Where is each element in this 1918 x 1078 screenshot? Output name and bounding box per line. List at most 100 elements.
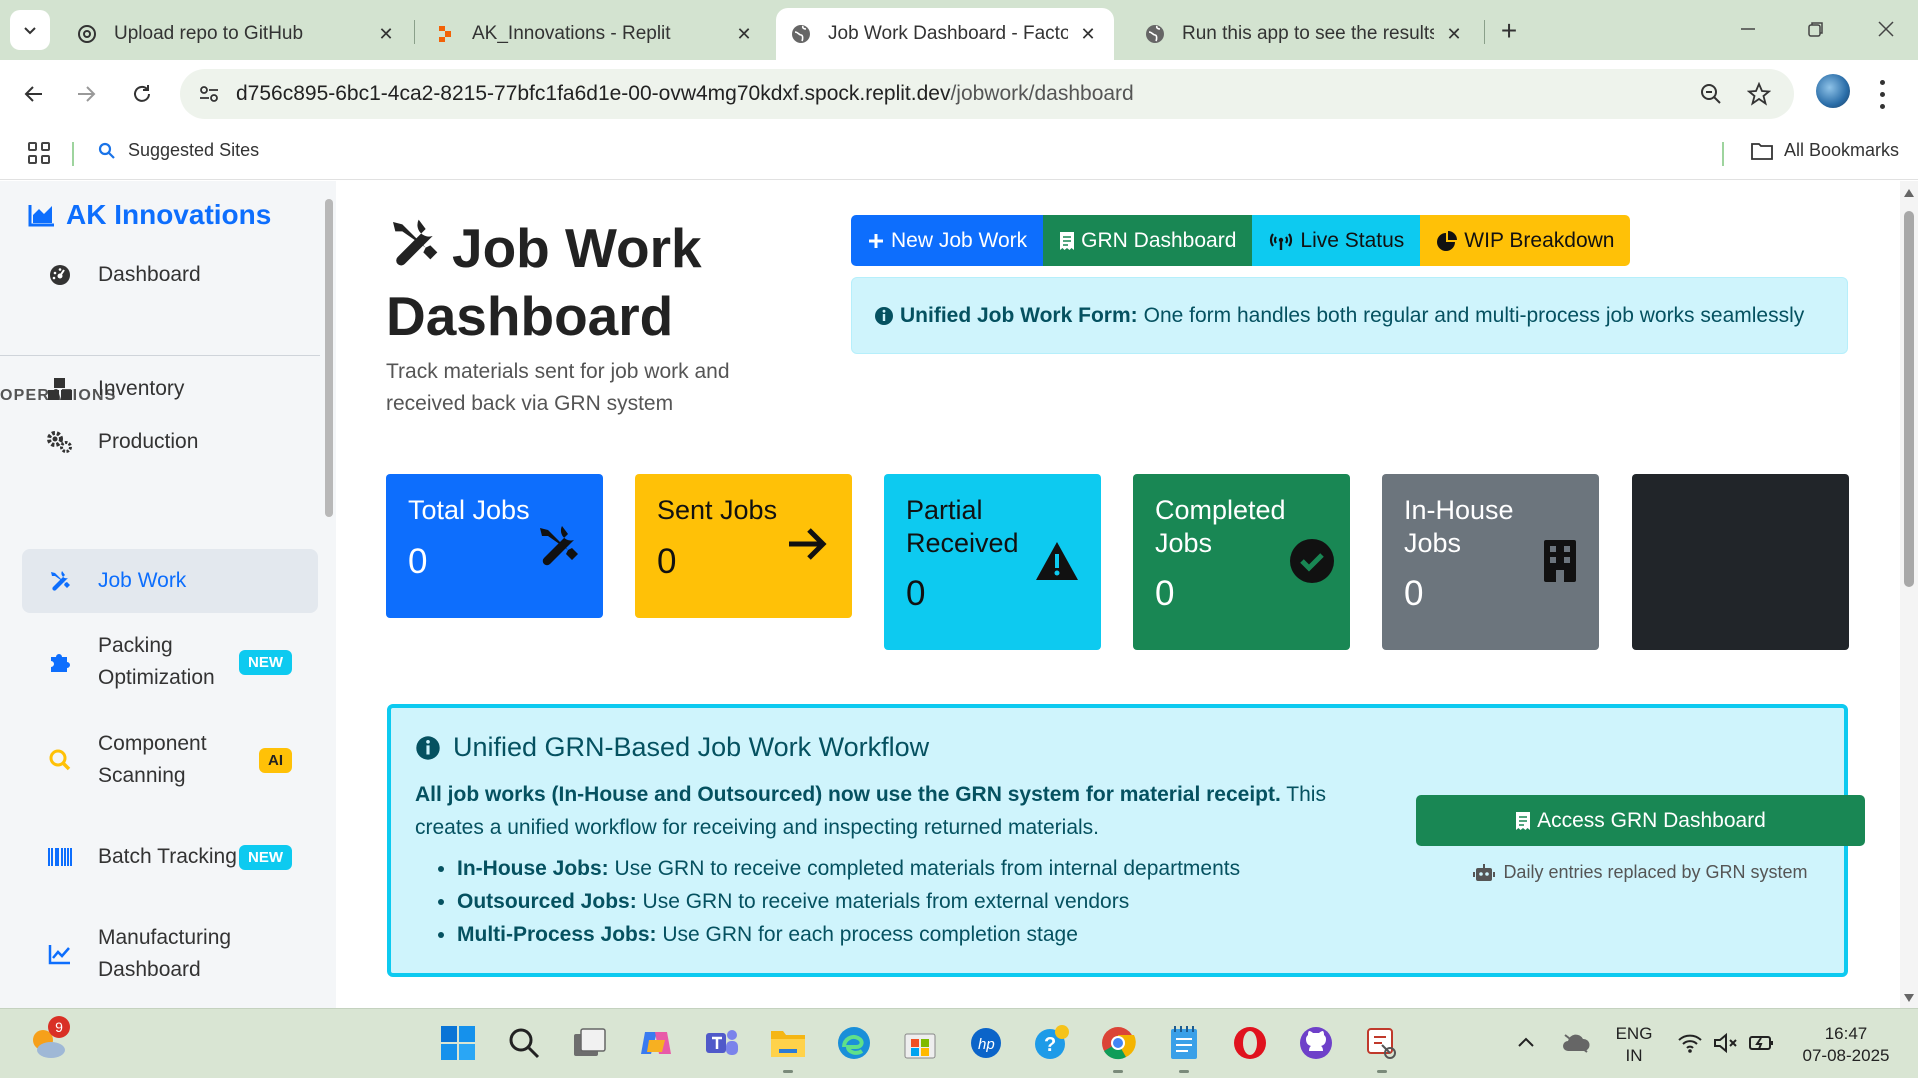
page-scrollbar[interactable] bbox=[1900, 181, 1918, 1008]
bookmark-star-icon[interactable] bbox=[1744, 79, 1774, 109]
chevron-up-icon[interactable] bbox=[1506, 1023, 1546, 1063]
sidebar-item-packing-optimization[interactable]: Packing Optimization NEW bbox=[22, 629, 318, 695]
new-job-work-button[interactable]: New Job Work bbox=[851, 215, 1044, 266]
button-label: New Job Work bbox=[891, 228, 1028, 252]
sidebar-item-production[interactable]: Production bbox=[22, 416, 318, 468]
teams-icon[interactable] bbox=[702, 1023, 742, 1063]
brand-link[interactable]: AK Innovations bbox=[28, 199, 271, 231]
tools-icon bbox=[386, 215, 442, 284]
tab-title: Upload repo to GitHub bbox=[114, 23, 304, 44]
stat-card-partial-received: Partial Received 0 bbox=[884, 474, 1101, 650]
notepad-icon[interactable] bbox=[1164, 1023, 1204, 1073]
start-windows-icon[interactable] bbox=[438, 1023, 478, 1063]
live-status-button[interactable]: Live Status bbox=[1252, 215, 1421, 266]
apps-grid-icon[interactable] bbox=[28, 142, 50, 164]
forward-button[interactable] bbox=[66, 74, 106, 114]
store-icon[interactable] bbox=[900, 1023, 940, 1063]
tab-replit[interactable]: AK_Innovations - Replit ✕ bbox=[420, 8, 770, 60]
browser-tabstrip: Upload repo to GitHub ✕ AK_Innovations -… bbox=[0, 0, 1918, 60]
close-window-button[interactable] bbox=[1866, 12, 1906, 46]
tab-job-work-dashboard[interactable]: Job Work Dashboard - Factory I ✕ bbox=[776, 8, 1114, 60]
site-settings-icon[interactable] bbox=[194, 79, 224, 109]
task-view-icon[interactable] bbox=[570, 1023, 610, 1063]
close-icon[interactable]: ✕ bbox=[1076, 22, 1100, 46]
windows-taskbar: hp ? ENG IN 16:47 07-08-2025 bbox=[0, 1008, 1918, 1078]
tab-separator bbox=[1484, 20, 1485, 44]
address-bar[interactable]: d756c895-6bc1-4ca2-8215-77bfc1fa6d1e-00-… bbox=[180, 69, 1794, 119]
point-text: Use GRN to receive materials from extern… bbox=[636, 890, 1130, 913]
clock[interactable]: 16:47 07-08-2025 bbox=[1796, 1023, 1896, 1067]
url-host: d756c895-6bc1-4ca2-8215-77bfc1fa6d1e-00-… bbox=[236, 82, 951, 105]
brand-name: AK Innovations bbox=[66, 199, 272, 230]
sidebar-item-label: Batch Tracking bbox=[98, 845, 237, 868]
help-icon[interactable]: ? bbox=[1032, 1023, 1072, 1063]
all-bookmarks[interactable]: All Bookmarks bbox=[1750, 140, 1899, 161]
unified-form-alert: Unified Job Work Form: One form handles … bbox=[851, 277, 1848, 354]
wifi-icon[interactable] bbox=[1670, 1023, 1710, 1063]
tab-search-button[interactable] bbox=[10, 10, 50, 50]
volume-muted-icon[interactable] bbox=[1706, 1023, 1746, 1063]
onedrive-icon[interactable] bbox=[1556, 1023, 1596, 1063]
gauge-icon bbox=[46, 261, 74, 289]
point-bold: Outsourced Jobs: bbox=[457, 890, 637, 913]
close-icon bbox=[1878, 21, 1894, 37]
url-path: /jobwork/dashboard bbox=[950, 82, 1134, 105]
stat-card-dark bbox=[1632, 474, 1849, 650]
sidebar-item-job-work[interactable]: Job Work bbox=[22, 549, 318, 613]
warning-icon bbox=[1034, 540, 1080, 582]
new-tab-button[interactable]: + bbox=[1492, 14, 1526, 48]
sidebar-item-batch-tracking[interactable]: Batch Tracking NEW bbox=[22, 824, 318, 890]
lang-bottom: IN bbox=[1625, 1046, 1643, 1065]
arrow-right-icon bbox=[785, 522, 829, 566]
reload-button[interactable] bbox=[122, 74, 162, 114]
bookmark-separator bbox=[1722, 142, 1724, 166]
close-icon[interactable]: ✕ bbox=[1442, 22, 1466, 46]
back-button[interactable] bbox=[14, 74, 54, 114]
snipping-tool-icon[interactable] bbox=[1362, 1023, 1402, 1073]
edge-icon[interactable] bbox=[834, 1023, 874, 1063]
github-icon[interactable] bbox=[1296, 1023, 1336, 1063]
close-icon[interactable]: ✕ bbox=[374, 22, 398, 46]
chrome-icon[interactable] bbox=[1098, 1023, 1138, 1073]
hp-icon[interactable]: hp bbox=[966, 1023, 1006, 1063]
browser-menu-icon[interactable] bbox=[1872, 76, 1892, 112]
tab-upload-repo[interactable]: Upload repo to GitHub ✕ bbox=[62, 8, 412, 60]
grn-workflow-callout: Unified GRN-Based Job Work Workflow All … bbox=[387, 704, 1865, 977]
note-text: Daily entries replaced by GRN system bbox=[1503, 862, 1808, 882]
opera-icon[interactable] bbox=[1230, 1023, 1270, 1063]
building-icon bbox=[1542, 538, 1578, 584]
button-label: WIP Breakdown bbox=[1464, 228, 1615, 252]
sidebar-item-label: Manufacturing Dashboard bbox=[98, 926, 232, 981]
search-icon[interactable] bbox=[504, 1023, 544, 1063]
tab-run-app[interactable]: Run this app to see the results l ✕ bbox=[1130, 8, 1480, 60]
grn-dashboard-button[interactable]: GRN Dashboard bbox=[1043, 215, 1253, 266]
language-indicator[interactable]: ENG IN bbox=[1610, 1023, 1658, 1067]
copilot-icon[interactable] bbox=[636, 1023, 676, 1063]
svg-text:hp: hp bbox=[978, 1036, 995, 1053]
check-circle-icon bbox=[1289, 538, 1335, 584]
bookmark-label: Suggested Sites bbox=[128, 140, 260, 160]
close-icon[interactable]: ✕ bbox=[732, 22, 756, 46]
bookmark-suggested-sites[interactable]: Suggested Sites bbox=[98, 140, 259, 161]
sidebar-item-component-scanning[interactable]: Component Scanning AI bbox=[22, 727, 318, 793]
bookmark-label: All Bookmarks bbox=[1784, 140, 1900, 160]
sidebar-item-inventory[interactable]: Inventory bbox=[22, 363, 318, 415]
profile-avatar[interactable] bbox=[1816, 74, 1850, 108]
restore-button[interactable] bbox=[1796, 12, 1836, 46]
sidebar-item-dashboard[interactable]: Dashboard bbox=[22, 249, 318, 301]
file-explorer-icon[interactable] bbox=[768, 1023, 808, 1073]
clock-date: 07-08-2025 bbox=[1802, 1046, 1890, 1065]
sidebar-scrollbar[interactable] bbox=[323, 181, 335, 1008]
minimize-button[interactable] bbox=[1728, 12, 1768, 46]
chart-area-icon bbox=[28, 205, 54, 227]
access-grn-dashboard-button[interactable]: Access GRN Dashboard bbox=[1416, 795, 1865, 846]
workflow-lead-bold: All job works (In-House and Outsourced) … bbox=[415, 783, 1281, 806]
zoom-icon[interactable] bbox=[1696, 79, 1726, 109]
wip-breakdown-button[interactable]: WIP Breakdown bbox=[1420, 215, 1631, 266]
pie-chart-icon bbox=[1437, 230, 1458, 251]
battery-charging-icon[interactable] bbox=[1742, 1023, 1782, 1063]
sidebar-item-manufacturing-dashboard[interactable]: Manufacturing Dashboard bbox=[22, 921, 318, 987]
sidebar-divider bbox=[0, 355, 320, 356]
tab-title: AK_Innovations - Replit bbox=[472, 23, 671, 44]
sidebar-item-label: Job Work bbox=[98, 569, 187, 592]
